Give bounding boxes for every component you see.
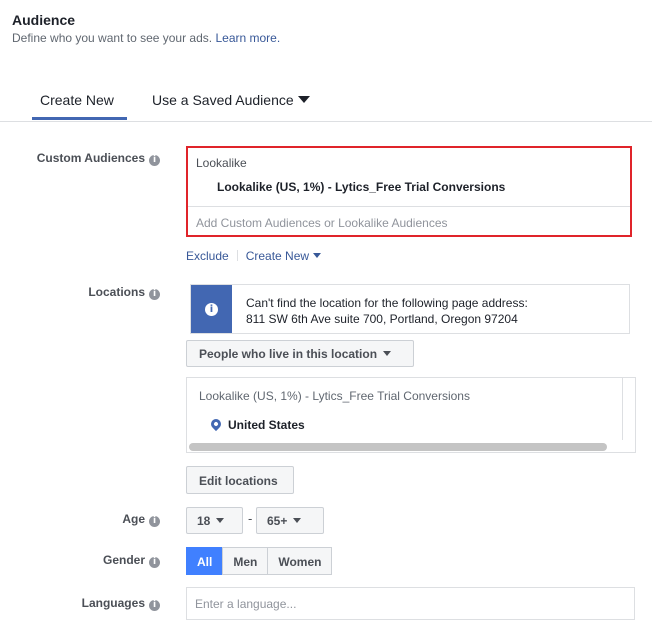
map-pin-icon <box>208 416 224 432</box>
gender-men-button[interactable]: Men <box>222 547 269 575</box>
custom-audience-search-input[interactable] <box>196 216 616 230</box>
info-icon[interactable]: i <box>149 155 160 166</box>
label-text: Age <box>122 512 145 526</box>
location-group-label: Lookalike (US, 1%) - Lytics_Free Trial C… <box>199 389 470 403</box>
section-subtitle: Define who you want to see your ads. Lea… <box>12 31 280 45</box>
custom-audiences-box: Lookalike Lookalike (US, 1%) - Lytics_Fr… <box>186 146 632 237</box>
audience-actions: Exclude Create New <box>186 249 322 263</box>
location-list[interactable]: Lookalike (US, 1%) - Lytics_Free Trial C… <box>186 377 636 453</box>
notice-message: Can't find the location for the followin… <box>246 295 528 327</box>
gender-segmented-control: All Men Women <box>186 547 333 575</box>
caret-down-icon <box>383 351 392 356</box>
tab-use-saved-audience[interactable]: Use a Saved Audience <box>152 92 310 108</box>
tab-create-new[interactable]: Create New <box>40 92 114 108</box>
caret-down-icon <box>293 518 302 523</box>
age-separator: - <box>248 511 253 526</box>
languages-label: Languages i <box>0 596 160 611</box>
learn-more-link[interactable]: Learn more. <box>215 31 280 45</box>
audience-group-label: Lookalike <box>196 156 247 170</box>
label-text: Custom Audiences <box>36 151 145 165</box>
locations-label: Locations i <box>0 285 160 300</box>
divider <box>188 206 630 207</box>
age-max-value: 65+ <box>267 514 288 528</box>
location-notice: i Can't find the location for the follow… <box>190 284 630 334</box>
age-max-select[interactable]: 65+ <box>256 507 324 534</box>
active-tab-indicator <box>32 117 127 120</box>
custom-audiences-label: Custom Audiences i <box>0 151 160 166</box>
edit-locations-button[interactable]: Edit locations <box>186 466 294 494</box>
tab-label: Use a Saved Audience <box>152 92 294 108</box>
subtitle-text: Define who you want to see your ads. <box>12 31 213 45</box>
location-item[interactable]: United States <box>228 418 305 432</box>
selected-audience-item[interactable]: Lookalike (US, 1%) - Lytics_Free Trial C… <box>217 180 505 194</box>
info-icon[interactable]: i <box>149 600 160 611</box>
caret-down-icon <box>297 96 310 103</box>
location-type-dropdown[interactable]: People who live in this location <box>186 340 414 367</box>
info-icon[interactable]: i <box>149 557 160 568</box>
create-new-label: Create New <box>245 249 310 263</box>
label-text: Gender <box>102 553 145 567</box>
create-new-dropdown[interactable]: Create New <box>245 249 322 263</box>
caret-down-icon <box>216 518 225 523</box>
age-min-select[interactable]: 18 <box>186 507 243 534</box>
notice-line-1: Can't find the location for the followin… <box>246 296 528 310</box>
caret-down-icon <box>313 253 322 258</box>
link-separator <box>236 250 238 261</box>
gender-all-button[interactable]: All <box>186 547 224 575</box>
language-input[interactable] <box>186 587 635 620</box>
tabs-divider <box>0 121 652 122</box>
age-min-value: 18 <box>197 514 211 528</box>
dropdown-label: People who live in this location <box>199 347 378 361</box>
location-list-content: Lookalike (US, 1%) - Lytics_Free Trial C… <box>187 378 623 440</box>
gender-label: Gender i <box>0 553 160 568</box>
notice-address: 811 SW 6th Ave suite 700, Portland, Oreg… <box>246 312 518 326</box>
label-text: Locations <box>88 285 145 299</box>
info-icon: i <box>205 303 218 316</box>
gender-women-button[interactable]: Women <box>267 547 333 575</box>
age-label: Age i <box>0 512 160 527</box>
exclude-link[interactable]: Exclude <box>186 249 229 263</box>
horizontal-scrollbar[interactable] <box>189 443 607 451</box>
info-icon[interactable]: i <box>149 516 160 527</box>
section-title: Audience <box>12 12 76 28</box>
label-text: Languages <box>81 596 145 610</box>
info-icon[interactable]: i <box>149 289 160 300</box>
